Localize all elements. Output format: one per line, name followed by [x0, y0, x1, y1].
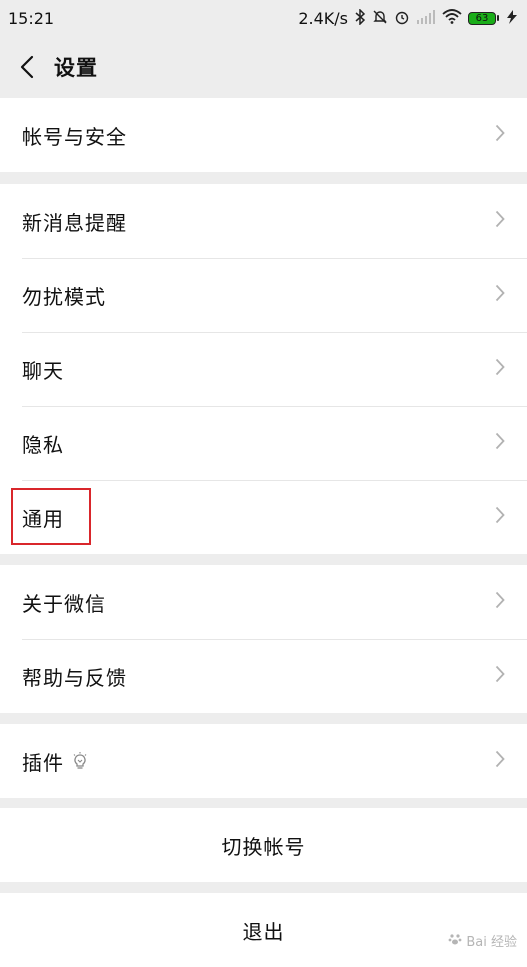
settings-item-label: 帐号与安全 — [22, 124, 127, 149]
chevron-right-icon — [495, 505, 505, 529]
paw-icon — [448, 932, 462, 950]
settings-item-chat[interactable]: 聊天 — [0, 332, 527, 406]
charging-icon — [505, 9, 519, 27]
settings-item-privacy[interactable]: 隐私 — [0, 406, 527, 480]
settings-item-label: 帮助与反馈 — [22, 665, 127, 690]
highlight-box — [11, 488, 91, 545]
settings-item-label: 聊天 — [22, 358, 64, 383]
settings-item-label: 插件 — [22, 750, 64, 775]
chevron-right-icon — [495, 590, 505, 614]
settings-item-plugins[interactable]: 插件 — [0, 724, 527, 798]
battery-level: 63 — [468, 11, 496, 25]
status-time: 15:21 — [8, 8, 55, 28]
lightbulb-icon — [72, 752, 88, 770]
nav-bar: 设置 — [0, 36, 527, 98]
wifi-icon — [442, 9, 462, 27]
chevron-right-icon — [495, 209, 505, 233]
switch-account-button[interactable]: 切换帐号 — [0, 808, 527, 882]
settings-item-label: 勿扰模式 — [22, 284, 106, 309]
watermark: Bai 经验 — [448, 931, 517, 950]
chevron-right-icon — [495, 431, 505, 455]
settings-item-label: 关于微信 — [22, 591, 106, 616]
settings-item-label: 隐私 — [22, 432, 64, 457]
back-icon[interactable] — [0, 36, 54, 98]
mute-icon — [372, 9, 388, 28]
chevron-right-icon — [495, 749, 505, 773]
settings-group-about: 关于微信 帮助与反馈 — [0, 565, 527, 713]
chevron-right-icon — [495, 664, 505, 688]
chevron-right-icon — [495, 357, 505, 381]
settings-item-new-message-notify[interactable]: 新消息提醒 — [0, 184, 527, 258]
logout-button[interactable]: 退出 — [0, 893, 527, 967]
settings-item-label: 新消息提醒 — [22, 210, 127, 235]
settings-group-plugins: 插件 — [0, 724, 527, 798]
signal-icon — [416, 9, 436, 27]
settings-item-about-wechat[interactable]: 关于微信 — [0, 565, 527, 639]
battery-icon: 63 — [468, 11, 499, 25]
settings-group-account: 帐号与安全 — [0, 98, 527, 172]
settings-item-do-not-disturb[interactable]: 勿扰模式 — [0, 258, 527, 332]
page-title: 设置 — [54, 56, 98, 80]
settings-item-account-security[interactable]: 帐号与安全 — [0, 98, 527, 172]
alarm-icon — [394, 9, 410, 28]
chevron-right-icon — [495, 123, 505, 147]
status-icons: 2.4K/s 63 — [298, 7, 519, 28]
chevron-right-icon — [495, 283, 505, 307]
bluetooth-icon — [354, 7, 366, 28]
settings-item-help-feedback[interactable]: 帮助与反馈 — [0, 639, 527, 713]
network-speed: 2.4K/s — [298, 8, 348, 28]
watermark-text: Bai 经验 — [466, 935, 517, 950]
status-bar: 15:21 2.4K/s 63 — [0, 0, 527, 36]
